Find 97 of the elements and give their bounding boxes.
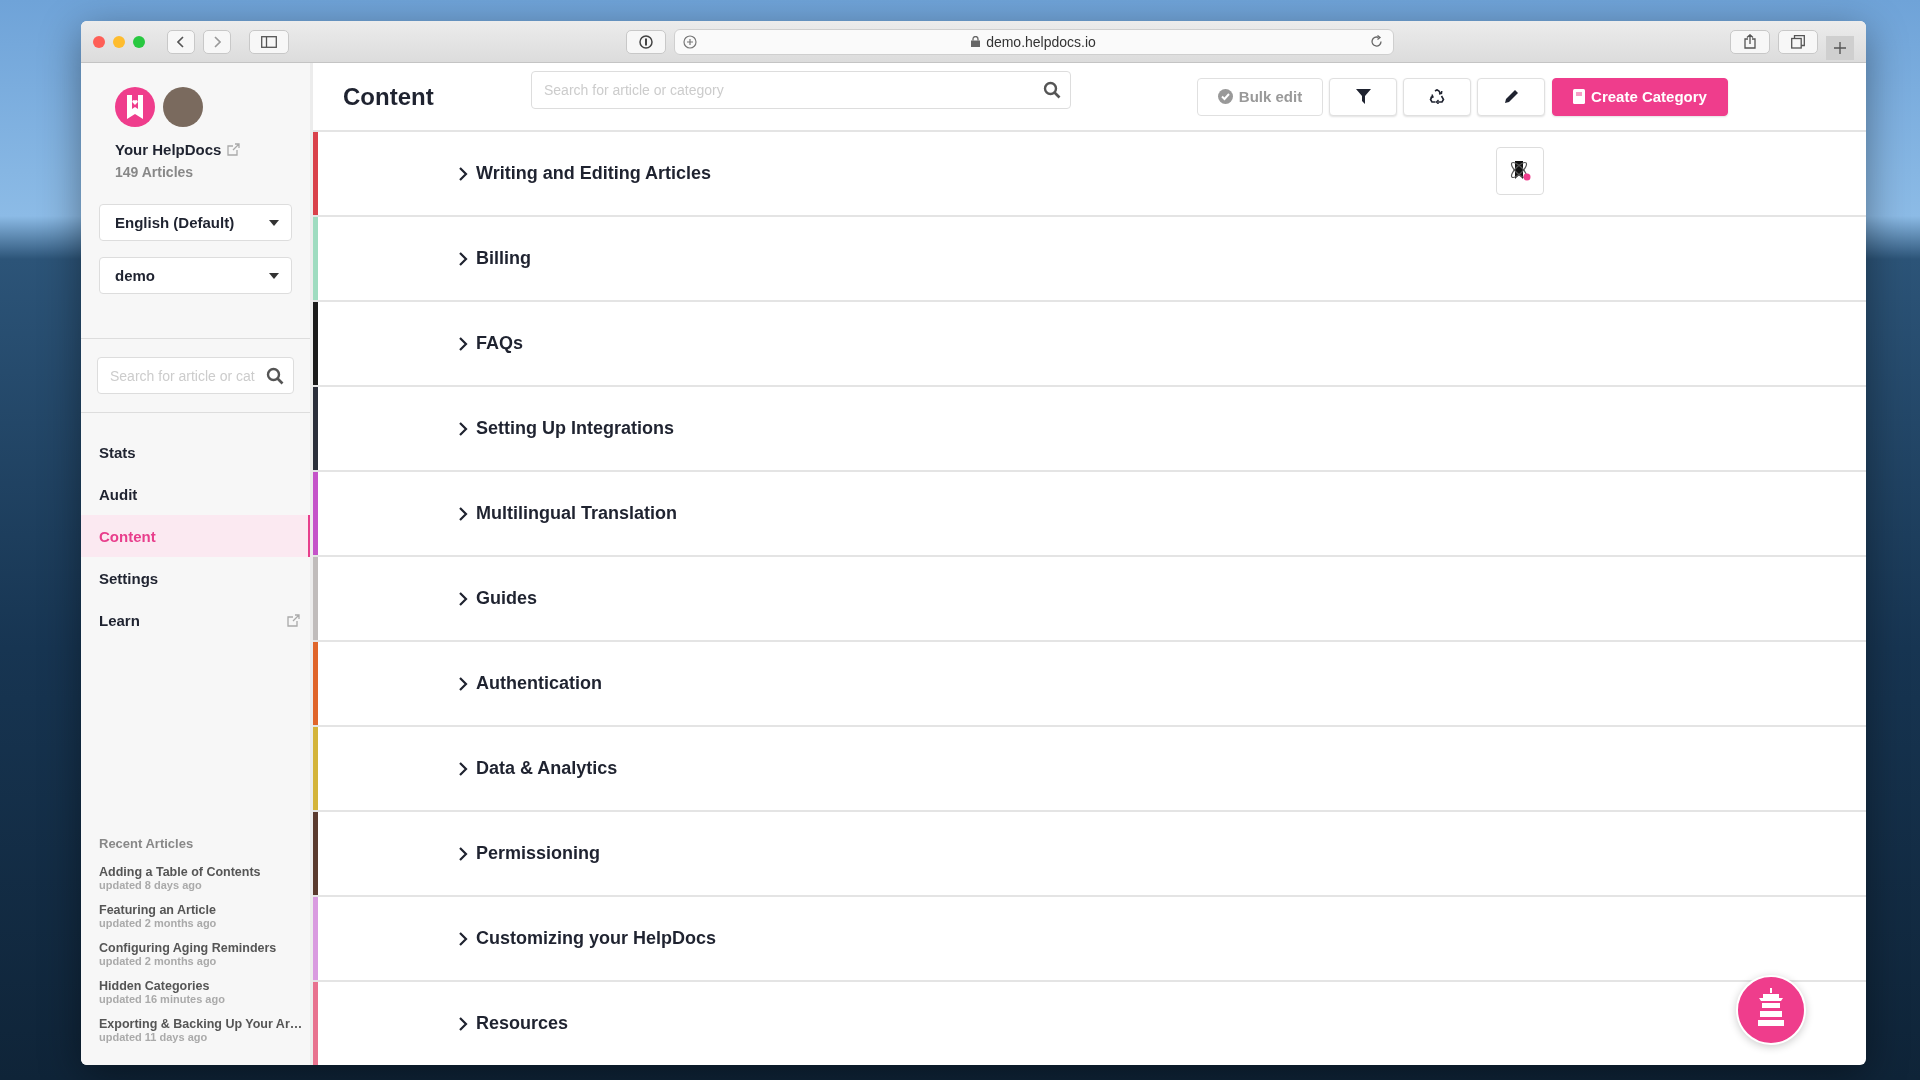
user-avatar[interactable]: [163, 87, 203, 127]
recent-article-link[interactable]: Hidden Categories: [99, 979, 310, 993]
sidebar-nav-item[interactable]: Stats: [81, 431, 310, 473]
chevron-right-icon: [458, 931, 468, 946]
sidebar-icon: [261, 35, 277, 48]
language-dropdown[interactable]: English (Default): [99, 204, 292, 241]
check-circle-icon: [1217, 89, 1233, 104]
category-row[interactable]: Data & Analytics: [313, 727, 1866, 812]
chevron-right-icon: [213, 35, 221, 48]
chevron-right-icon: [458, 336, 468, 351]
nav-label: Audit: [99, 485, 138, 503]
category-row[interactable]: Billing: [313, 217, 1866, 302]
edit-button[interactable]: [1477, 77, 1545, 116]
category-name: Permissioning: [476, 843, 601, 864]
chevron-right-icon: [458, 676, 468, 691]
caret-down-icon: [269, 219, 279, 226]
chevron-right-icon: [458, 846, 468, 861]
nav-label: Settings: [99, 569, 159, 587]
category-name: Customizing your HelpDocs: [476, 928, 717, 949]
category-name: Resources: [476, 1013, 569, 1034]
nav-label: Learn: [99, 611, 140, 629]
search-icon: [266, 367, 284, 385]
recent-article-link[interactable]: Exporting & Backing Up Your Ar…: [99, 1017, 310, 1031]
sidebar-nav-item[interactable]: Audit: [81, 473, 310, 515]
category-row[interactable]: Authentication: [313, 642, 1866, 727]
chevron-right-icon: [458, 591, 468, 606]
tabs-icon: [1791, 34, 1805, 49]
recycle-button[interactable]: [1403, 77, 1471, 116]
category-name: FAQs: [476, 333, 523, 354]
chevron-right-icon: [458, 506, 468, 521]
shield-icon: [638, 34, 653, 49]
recent-article-updated: updated 2 months ago: [99, 917, 218, 929]
back-button[interactable]: [167, 29, 195, 54]
category-name: Data & Analytics: [476, 758, 618, 779]
recent-article-link[interactable]: Adding a Table of Contents: [99, 865, 310, 879]
tabs-overview-button[interactable]: [1778, 29, 1818, 54]
category-row[interactable]: Setting Up Integrations: [313, 387, 1866, 472]
chevron-right-icon: [458, 251, 468, 266]
sidebar-nav-item[interactable]: Settings: [81, 557, 310, 599]
share-icon: [1744, 34, 1756, 49]
category-name: Setting Up Integrations: [476, 418, 674, 439]
nav-label: Stats: [99, 443, 136, 461]
article-count: 149 Articles: [114, 163, 195, 180]
chevron-right-icon: [458, 421, 468, 436]
category-row[interactable]: Guides: [313, 557, 1866, 642]
recent-article-updated: updated 2 months ago: [99, 955, 218, 967]
sidebar-toggle-button[interactable]: [249, 29, 289, 54]
close-window-button[interactable]: [93, 35, 105, 48]
category-name: Writing and Editing Articles: [476, 163, 711, 184]
search-icon: [1043, 80, 1061, 99]
project-dropdown[interactable]: demo: [99, 257, 292, 294]
category-name: Billing: [476, 248, 531, 269]
recycle-icon: [1429, 89, 1445, 104]
bookmark-orbit-icon: [1508, 159, 1532, 183]
helpdocs-logo[interactable]: [115, 87, 155, 127]
caret-down-icon: [269, 272, 279, 279]
share-button[interactable]: [1730, 29, 1770, 54]
page-title: Content: [343, 82, 435, 111]
category-row[interactable]: FAQs: [313, 302, 1866, 387]
recent-article-updated: updated 11 days ago: [99, 1031, 209, 1043]
plus-circle-icon: [682, 34, 697, 49]
bookmark-heart-icon: [127, 95, 143, 119]
chevron-right-icon: [458, 166, 468, 181]
chevron-right-icon: [458, 1016, 468, 1031]
category-name: Authentication: [476, 673, 602, 694]
category-name: Multilingual Translation: [476, 503, 677, 524]
lock-icon: [971, 36, 981, 47]
category-row[interactable]: Writing and Editing Articles: [313, 132, 1866, 217]
chevron-left-icon: [177, 35, 185, 48]
recent-articles-heading: Recent Articles: [99, 836, 195, 851]
help-widget-button[interactable]: [1736, 975, 1806, 1045]
sidebar-nav-item[interactable]: Learn: [81, 599, 310, 641]
site-name: Your HelpDocs: [115, 141, 222, 158]
category-name: Guides: [476, 588, 537, 609]
external-link-icon: [227, 143, 241, 156]
recent-article-updated: updated 8 days ago: [99, 879, 203, 891]
filter-button[interactable]: [1329, 77, 1397, 116]
category-row[interactable]: Customizing your HelpDocs: [313, 897, 1866, 982]
recent-article-updated: updated 16 minutes ago: [99, 993, 226, 1005]
nav-label: Content: [99, 527, 156, 545]
category-action-button[interactable]: [1496, 147, 1544, 195]
category-row[interactable]: Multilingual Translation: [313, 472, 1866, 557]
plus-icon: [1834, 41, 1846, 54]
address-bar[interactable]: demo.helpdocs.io: [673, 28, 1394, 55]
pencil-icon: [1503, 89, 1519, 104]
filter-icon: [1355, 89, 1371, 104]
category-row[interactable]: Permissioning: [313, 812, 1866, 897]
create-category-button[interactable]: Create Category: [1552, 77, 1728, 116]
url-text: demo.helpdocs.io: [986, 33, 1096, 50]
chevron-right-icon: [458, 761, 468, 776]
recent-article-link[interactable]: Configuring Aging Reminders: [99, 941, 310, 955]
recent-article-link[interactable]: Featuring an Article: [99, 903, 310, 917]
external-link-icon: [287, 613, 300, 627]
reload-icon[interactable]: [1369, 34, 1383, 48]
book-icon: [1573, 89, 1586, 104]
new-tab-button[interactable]: [1826, 35, 1854, 60]
password-manager-button[interactable]: [625, 29, 666, 54]
